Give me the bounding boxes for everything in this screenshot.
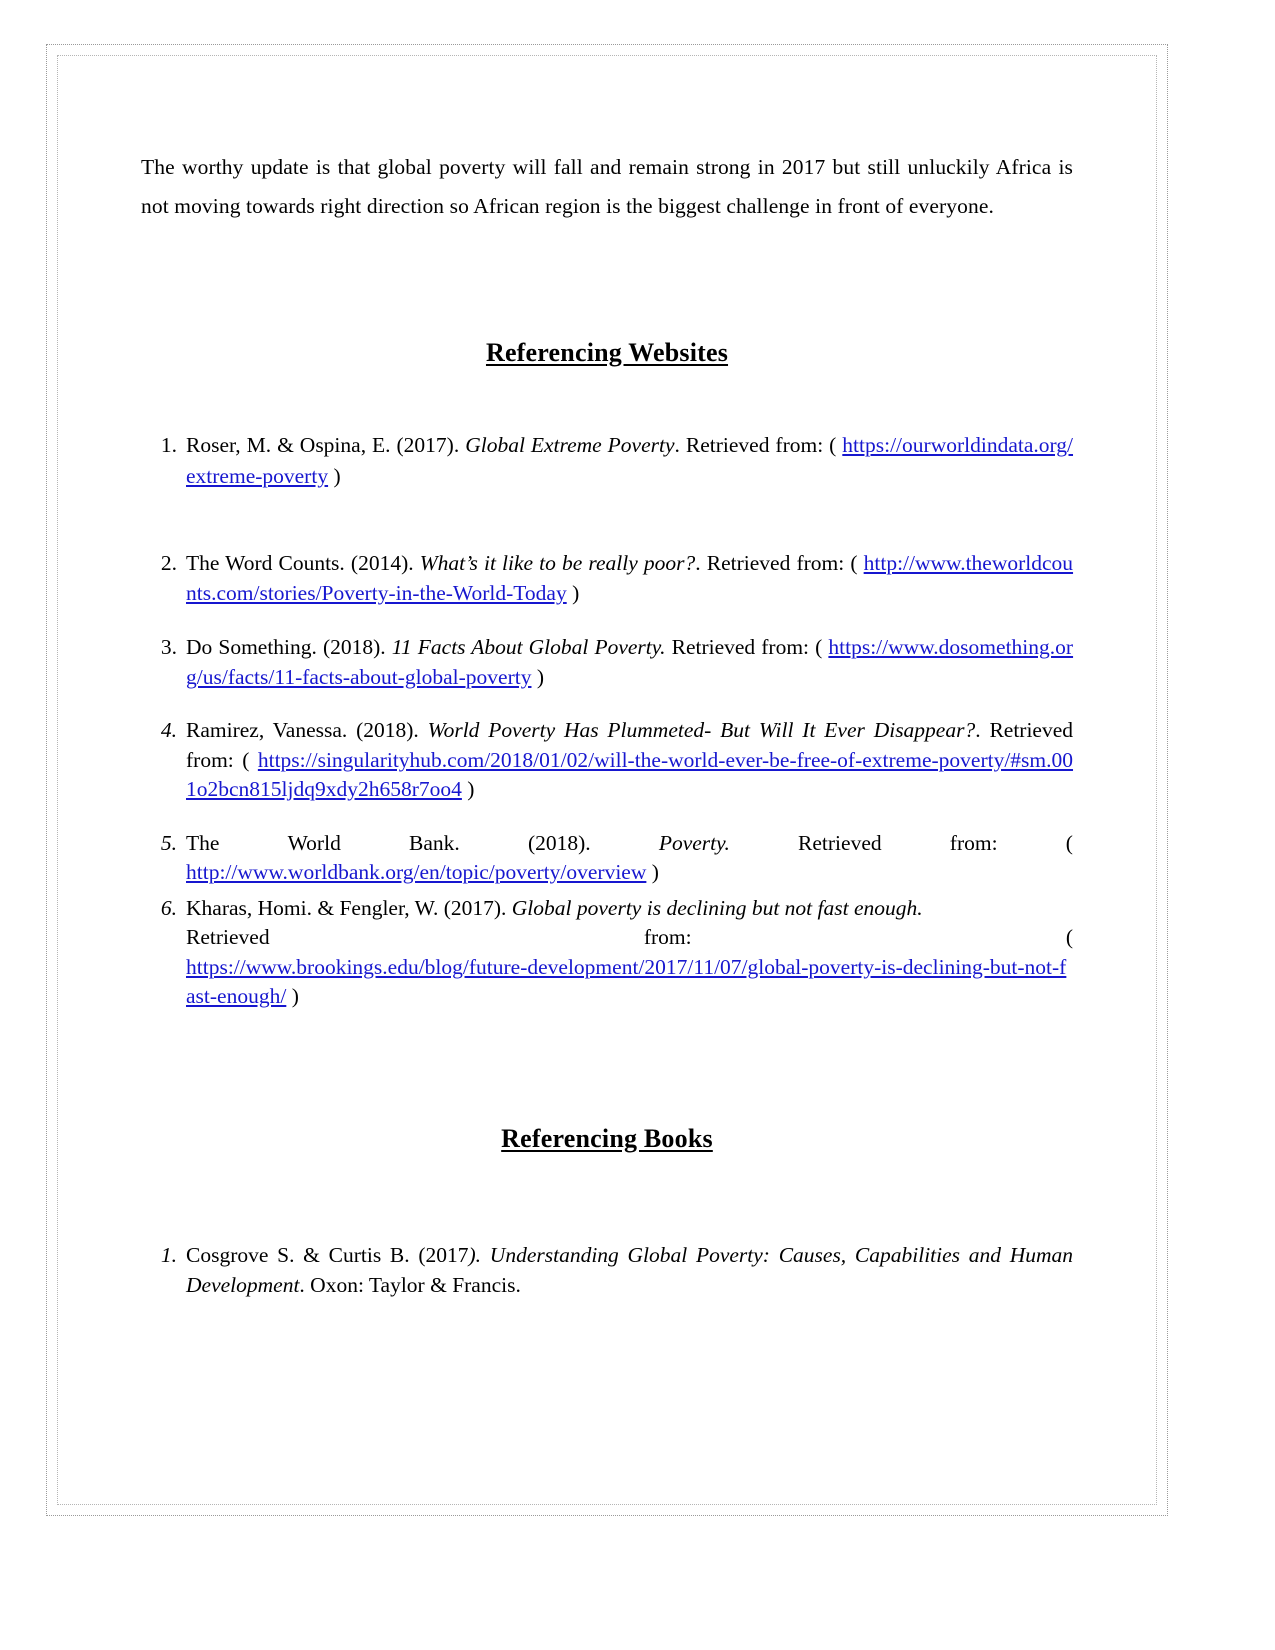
list-item-url-line: http://www.worldbank.org/en/topic/povert…	[186, 860, 659, 884]
list-item-url-line: https://www.brookings.edu/blog/future-de…	[186, 955, 1066, 1009]
list-item: 1. Roser, M. & Ospina, E. (2017). Global…	[141, 430, 1073, 492]
paren-open: (	[829, 433, 837, 457]
section-heading-books-label: Referencing Books	[501, 1123, 713, 1153]
document-content: The worthy update is that global poverty…	[141, 148, 1073, 1300]
list-item: 1. Cosgrove S. & Curtis B. (2017). Under…	[141, 1240, 1073, 1300]
list-item-year: (2018).	[527, 830, 591, 855]
list-item-title: World Poverty Has Plummeted- But Will It…	[427, 718, 976, 742]
list-item: 3. Do Something. (2018). 11 Facts About …	[141, 632, 1073, 692]
list-item-number: 4.	[160, 718, 177, 742]
list-item-title: Poverty.	[658, 830, 730, 855]
reference-list-books: 1. Cosgrove S. & Curtis B. (2017). Under…	[141, 1240, 1073, 1300]
list-item: 2. The Word Counts. (2014). What’s it li…	[141, 548, 1073, 608]
paren-close: )	[467, 777, 475, 801]
list-item-from-word: from:	[949, 830, 998, 855]
list-item: 6. Kharas, Homi. & Fengler, W. (2017). G…	[141, 894, 1073, 1012]
paren-open: (	[242, 747, 250, 772]
list-item-title-trailing: .	[674, 433, 680, 457]
list-item-author: Roser, M. & Ospina, E. (2017).	[186, 433, 460, 457]
list-item-number: 2.	[160, 551, 177, 575]
reference-list-websites: 1. Roser, M. & Ospina, E. (2017). Global…	[141, 430, 1073, 1012]
list-item-title-trailing: .	[695, 551, 701, 575]
list-item-author: Kharas, Homi. & Fengler, W. (2017).	[186, 895, 507, 920]
paren-close: )	[572, 581, 580, 605]
list-item-author-part2: World	[287, 830, 341, 855]
list-item-title: Global poverty is declining but not fast…	[511, 895, 923, 920]
list-item-number: 1.	[160, 1242, 177, 1267]
list-item-publisher: . Oxon: Taylor & Francis.	[299, 1272, 521, 1297]
list-item-number: 5.	[160, 830, 177, 855]
list-item-author: Do Something. (2018).	[186, 635, 386, 659]
list-item-author: Ramirez, Vanessa. (2018).	[186, 718, 419, 742]
intro-paragraph: The worthy update is that global poverty…	[141, 155, 1073, 218]
list-item-author-part3: Bank.	[409, 830, 460, 855]
paren-open: (	[850, 551, 858, 575]
list-item-retrieved-word: Retrieved	[186, 925, 270, 949]
paren-close: )	[536, 665, 545, 689]
list-item-retrieved-label: Retrieved from:	[706, 551, 845, 575]
list-item-author: Cosgrove S. & Curtis B. (2017	[186, 1242, 469, 1267]
paren-close: )	[291, 984, 299, 1008]
list-item-title: 11 Facts About Global Poverty.	[391, 635, 666, 659]
section-heading-websites: Referencing Websites	[141, 338, 1073, 368]
paren-open: (	[1065, 830, 1073, 855]
list-item-author-part1: The	[186, 830, 220, 855]
section-heading-books: Referencing Books	[141, 1124, 1073, 1154]
list-item-retrieved-word: Retrieved	[798, 830, 882, 855]
list-item-title: What’s it like to be really poor?	[419, 551, 696, 575]
section-heading-websites-label: Referencing Websites	[485, 338, 729, 367]
list-item-author-tail: ).	[468, 1242, 482, 1267]
list-item-url[interactable]: http://www.worldbank.org/en/topic/povert…	[186, 860, 646, 884]
list-item-url[interactable]: https://singularityhub.com/2018/01/02/wi…	[186, 748, 1073, 802]
list-item-author: The Word Counts. (2014).	[186, 551, 414, 575]
list-item-number: 3.	[160, 635, 177, 659]
list-item-line-spread: Retrieved from: (	[186, 923, 1073, 953]
list-item-url[interactable]: https://www.brookings.edu/blog/future-de…	[186, 955, 1066, 1009]
list-item-number: 6.	[160, 895, 177, 920]
list-item-retrieved-label: Retrieved from:	[685, 433, 824, 457]
list-item-retrieved-label: Retrieved from:	[671, 635, 810, 659]
paren-open: (	[815, 635, 823, 659]
paren-open: (	[1065, 925, 1073, 949]
paren-close: )	[651, 860, 659, 884]
list-item-title-trailing: .	[975, 718, 981, 742]
list-item: 5. The World Bank. (2018). Poverty. Retr…	[141, 829, 1073, 888]
list-item-number: 1.	[160, 433, 177, 457]
paren-close: )	[333, 464, 341, 488]
list-item-title: Global Extreme Poverty	[465, 433, 675, 457]
list-item-from-word: from:	[643, 925, 692, 949]
list-item-line-spread: The World Bank. (2018). Poverty. Retriev…	[186, 829, 1073, 859]
list-item: 4. Ramirez, Vanessa. (2018). World Pover…	[141, 716, 1073, 805]
